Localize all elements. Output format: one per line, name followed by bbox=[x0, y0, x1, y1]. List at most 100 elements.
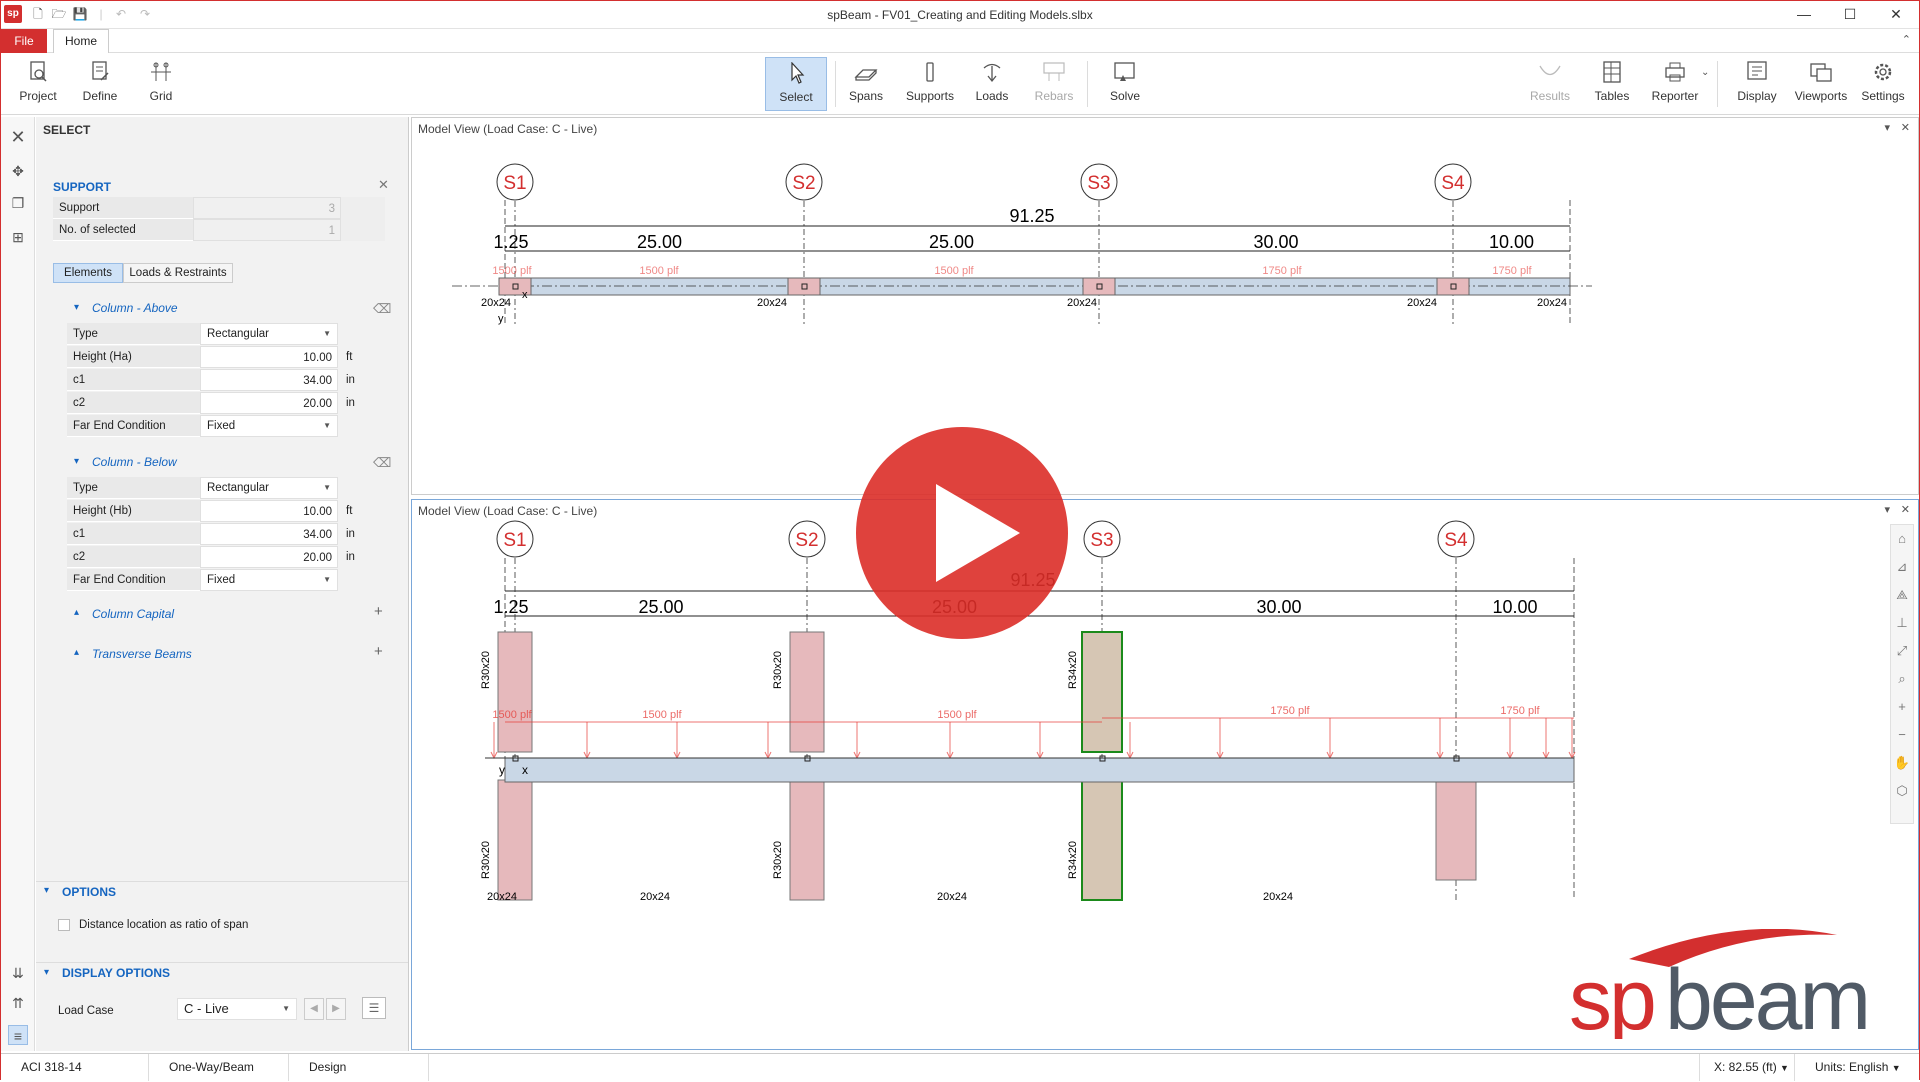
grid-button[interactable]: Grid bbox=[141, 57, 181, 111]
arrange-icon[interactable]: ⊞ bbox=[8, 227, 28, 247]
chevron-down-icon: ▼ bbox=[323, 421, 331, 430]
select-button[interactable]: Select bbox=[765, 57, 827, 111]
property-select[interactable]: Fixed ▼ bbox=[200, 415, 338, 437]
tab-elements[interactable]: Elements bbox=[53, 263, 123, 283]
next-load-case-button[interactable]: ▶ bbox=[326, 998, 346, 1020]
reporter-dropdown-icon[interactable]: ⌄ bbox=[1701, 67, 1709, 78]
supports-label: Supports bbox=[905, 89, 955, 103]
beam-section-label: 20x24 bbox=[1263, 891, 1293, 903]
project-button[interactable]: Project bbox=[15, 57, 61, 111]
span-dimension-label: 25.00 bbox=[637, 232, 682, 252]
reporter-icon bbox=[1665, 62, 1685, 82]
view-3d-icon[interactable]: ⬡ bbox=[1891, 777, 1913, 805]
distance-ratio-checkbox[interactable] bbox=[58, 919, 70, 931]
property-select[interactable]: Rectangular ▼ bbox=[200, 323, 338, 345]
view-axis-icon[interactable]: ⊥ bbox=[1891, 609, 1913, 637]
solve-button[interactable]: Solve bbox=[1101, 57, 1149, 111]
display-button[interactable]: Display bbox=[1731, 57, 1783, 111]
chevron-down-icon[interactable]: ▾ bbox=[74, 302, 79, 313]
add-icon[interactable]: + bbox=[374, 603, 383, 620]
viewports-button[interactable]: Viewports bbox=[1793, 57, 1849, 111]
column-below-header[interactable]: Column - Below bbox=[92, 455, 177, 469]
chevron-down-icon[interactable]: ▾ bbox=[74, 456, 79, 467]
window-title: spBeam - FV01_Creating and Editing Model… bbox=[827, 8, 1093, 22]
spans-button[interactable]: Spans bbox=[843, 57, 889, 111]
property-select[interactable]: Fixed ▼ bbox=[200, 569, 338, 591]
summary-row: No. of selected 1 bbox=[53, 219, 428, 241]
zoom-window-icon[interactable]: ⌕ bbox=[1891, 665, 1913, 693]
move-icon[interactable]: ✥ bbox=[8, 161, 28, 181]
model-drawing-top[interactable]: S1 S2 S3 S4 91.25 1.25 25.00 25.00 30.00 10.00 150… bbox=[412, 118, 1918, 494]
sort-down-icon[interactable]: ⇊ bbox=[8, 963, 28, 983]
tab-loads-restraints[interactable]: Loads & Restraints bbox=[123, 263, 233, 283]
file-tab[interactable]: File bbox=[1, 29, 47, 53]
column-capital-header[interactable]: Column Capital bbox=[92, 607, 174, 621]
units-selector[interactable]: Units: English ▼ bbox=[1797, 1054, 1919, 1081]
reporter-button[interactable]: Reporter bbox=[1647, 57, 1703, 111]
copy-icon[interactable]: ❐ bbox=[8, 193, 28, 213]
maximize-button[interactable]: ☐ bbox=[1827, 1, 1873, 29]
close-button[interactable]: ✕ bbox=[1873, 1, 1919, 29]
pan-hand-icon[interactable]: ✋ bbox=[1891, 749, 1913, 777]
property-input[interactable]: 34.00 bbox=[200, 523, 338, 545]
load-case-select[interactable]: C - Live ▼ bbox=[177, 998, 297, 1020]
home-view-icon[interactable]: ⌂ bbox=[1891, 525, 1913, 553]
load-arrow bbox=[1126, 722, 1134, 760]
rebars-button[interactable]: Rebars bbox=[1031, 57, 1077, 111]
chevron-down-icon[interactable]: ▾ bbox=[44, 885, 49, 896]
zoom-out-icon[interactable]: − bbox=[1891, 721, 1913, 749]
rebars-label: Rebars bbox=[1034, 89, 1074, 103]
property-input[interactable]: 34.00 bbox=[200, 369, 338, 391]
property-input[interactable]: 20.00 bbox=[200, 392, 338, 414]
define-button[interactable]: Define bbox=[77, 57, 123, 111]
supports-button[interactable]: Supports bbox=[903, 57, 957, 111]
sort-up-icon[interactable]: ⇈ bbox=[8, 993, 28, 1013]
load-case-list-icon[interactable]: ☰ bbox=[362, 997, 386, 1019]
collapse-ribbon-icon[interactable]: ⌃ bbox=[1902, 33, 1911, 46]
home-tab[interactable]: Home bbox=[53, 29, 109, 53]
settings-button[interactable]: Settings bbox=[1857, 57, 1909, 111]
minimize-button[interactable]: — bbox=[1781, 1, 1827, 29]
options-header[interactable]: OPTIONS bbox=[62, 885, 116, 899]
list-icon[interactable]: ≡ bbox=[8, 1025, 28, 1045]
view-zx-icon[interactable]: ⊿ bbox=[1891, 553, 1913, 581]
spans-label: Spans bbox=[848, 89, 884, 103]
chevron-down-icon[interactable]: ▾ bbox=[44, 967, 49, 978]
add-icon[interactable]: + bbox=[374, 643, 383, 660]
close-panel-icon[interactable]: ✕ bbox=[8, 127, 28, 147]
column-below bbox=[789, 779, 825, 901]
view-iso-icon[interactable]: ⟁ bbox=[1891, 581, 1913, 609]
model-view-top[interactable]: Model View (Load Case: C - Live) ▾ ✕ S1 S… bbox=[411, 117, 1919, 495]
property-select[interactable]: Rectangular ▼ bbox=[200, 477, 338, 499]
zoom-in-icon[interactable]: + bbox=[1891, 693, 1913, 721]
tables-button[interactable]: Tables bbox=[1589, 57, 1635, 111]
transverse-beams-header[interactable]: Transverse Beams bbox=[92, 647, 192, 661]
beam-section-label: 20x24 bbox=[640, 891, 670, 903]
display-options-header[interactable]: DISPLAY OPTIONS bbox=[62, 966, 170, 980]
chevron-up-icon[interactable]: ▴ bbox=[74, 607, 79, 618]
zoom-extents-icon[interactable]: ⤢ bbox=[1891, 637, 1913, 665]
loads-icon bbox=[983, 63, 1001, 83]
column-above-header[interactable]: Column - Above bbox=[92, 301, 178, 315]
eraser-icon[interactable]: ⌫ bbox=[373, 301, 391, 317]
property-input[interactable]: 20.00 bbox=[200, 546, 338, 568]
load-label: 1750 plf bbox=[1270, 705, 1310, 717]
video-play-button[interactable] bbox=[856, 427, 1068, 639]
property-row: Type Rectangular ▼ bbox=[67, 477, 397, 499]
property-input[interactable]: 10.00 bbox=[200, 500, 338, 522]
beam-section-label: 20x24 bbox=[1407, 297, 1437, 309]
property-label: Height (Ha) bbox=[67, 346, 200, 368]
results-button[interactable]: Results bbox=[1525, 57, 1575, 111]
property-label: Type bbox=[67, 323, 200, 345]
property-label: Type bbox=[67, 477, 200, 499]
support-label: S1 bbox=[503, 530, 526, 551]
eraser-icon[interactable]: ⌫ bbox=[373, 455, 391, 471]
chevron-up-icon[interactable]: ▴ bbox=[74, 647, 79, 658]
property-input[interactable]: 10.00 bbox=[200, 346, 338, 368]
coordinate-readout[interactable]: X: 82.55 (ft) ▼ bbox=[1699, 1054, 1795, 1081]
load-arrow bbox=[1506, 718, 1514, 760]
title-bar: sp 🗋 🗁 💾 | ↶ ↷ spBeam - FV01_Creating an… bbox=[1, 1, 1919, 29]
loads-button[interactable]: Loads bbox=[971, 57, 1013, 111]
close-section-icon[interactable]: ✕ bbox=[378, 177, 389, 193]
prev-load-case-button[interactable]: ◀ bbox=[304, 998, 324, 1020]
